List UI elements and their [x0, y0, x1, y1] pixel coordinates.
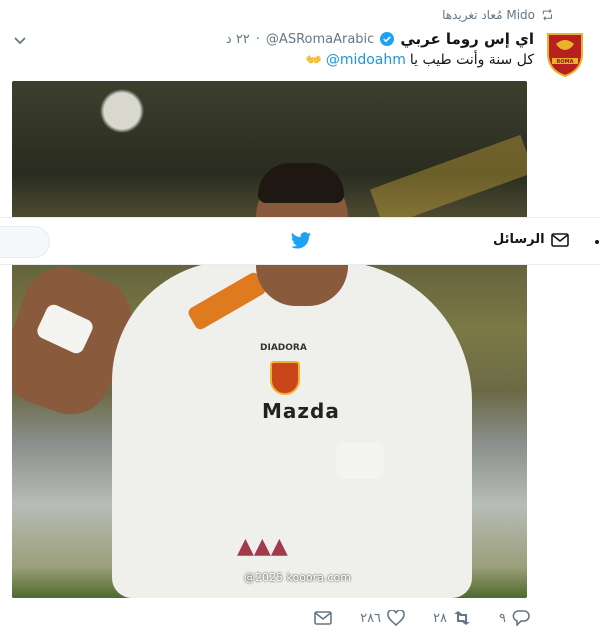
tweet-actions: ٩ ٢٨ ٢٨٦: [314, 610, 530, 626]
retweet-label: Mido مُعاد تغريدها: [442, 8, 535, 22]
mail-icon: [314, 611, 332, 625]
retweet-icon: [542, 9, 553, 21]
avatar[interactable]: ROMA: [546, 32, 584, 78]
tweet-photo[interactable]: DIADORA Mazda ▲▲▲ @2025 kooora.com: [12, 81, 527, 598]
reply-button[interactable]: ٩: [499, 610, 530, 626]
reply-count: ٩: [499, 610, 506, 626]
player-jersey: [112, 261, 472, 598]
heart-icon: [387, 610, 405, 626]
tweet-header: اي إس روما عربي @ASRomaArabic · ٢٢ د: [226, 30, 534, 48]
mention-link[interactable]: @midoahm: [326, 52, 406, 68]
retweet-button[interactable]: ٢٨: [433, 610, 471, 626]
retweet-icon: [454, 611, 471, 625]
retweet-count: ٢٨: [433, 610, 448, 626]
chevron-down-icon[interactable]: [12, 32, 28, 48]
account-handle[interactable]: @ASRomaArabic: [266, 32, 374, 47]
search-input[interactable]: [0, 226, 50, 258]
wristband: [336, 443, 384, 479]
messages-label: الرسائل: [493, 232, 545, 247]
verified-badge-icon: [380, 32, 395, 46]
reply-icon: [512, 610, 530, 626]
separator-dot: ·: [255, 31, 260, 47]
direct-message-button[interactable]: [314, 610, 332, 626]
nav-messages[interactable]: الرسائل: [493, 232, 569, 247]
twitter-bird-icon[interactable]: [290, 232, 312, 250]
player-hair: [258, 163, 344, 203]
like-button[interactable]: ٢٨٦: [360, 610, 405, 626]
top-nav-bar: الرسائل: [0, 217, 600, 265]
display-name[interactable]: اي إس روما عربي: [400, 30, 534, 48]
svg-text:ROMA: ROMA: [557, 59, 574, 65]
open-hands-emoji: 👐: [305, 52, 322, 68]
sponsor-text: Mazda: [262, 399, 340, 423]
tweet-text: كل سنة وأنت طيب يا @midoahm 👐: [306, 52, 534, 68]
tweet-timestamp[interactable]: ٢٢ د: [226, 32, 250, 47]
club-crest: [270, 361, 300, 395]
like-count: ٢٨٦: [360, 610, 382, 626]
photo-watermark: @2025 kooora.com: [244, 571, 351, 584]
mail-icon: [550, 232, 569, 247]
shorts-number: ▲▲▲: [237, 534, 288, 559]
retweet-context[interactable]: Mido مُعاد تغريدها: [442, 8, 556, 22]
tweet-body: كل سنة وأنت طيب يا: [409, 52, 534, 68]
kit-brand-text: DIADORA: [260, 343, 307, 353]
overflow-dot: [595, 240, 599, 244]
tweet-card[interactable]: Mido مُعاد تغريدها ROMA اي إس روما عربي …: [0, 0, 600, 639]
